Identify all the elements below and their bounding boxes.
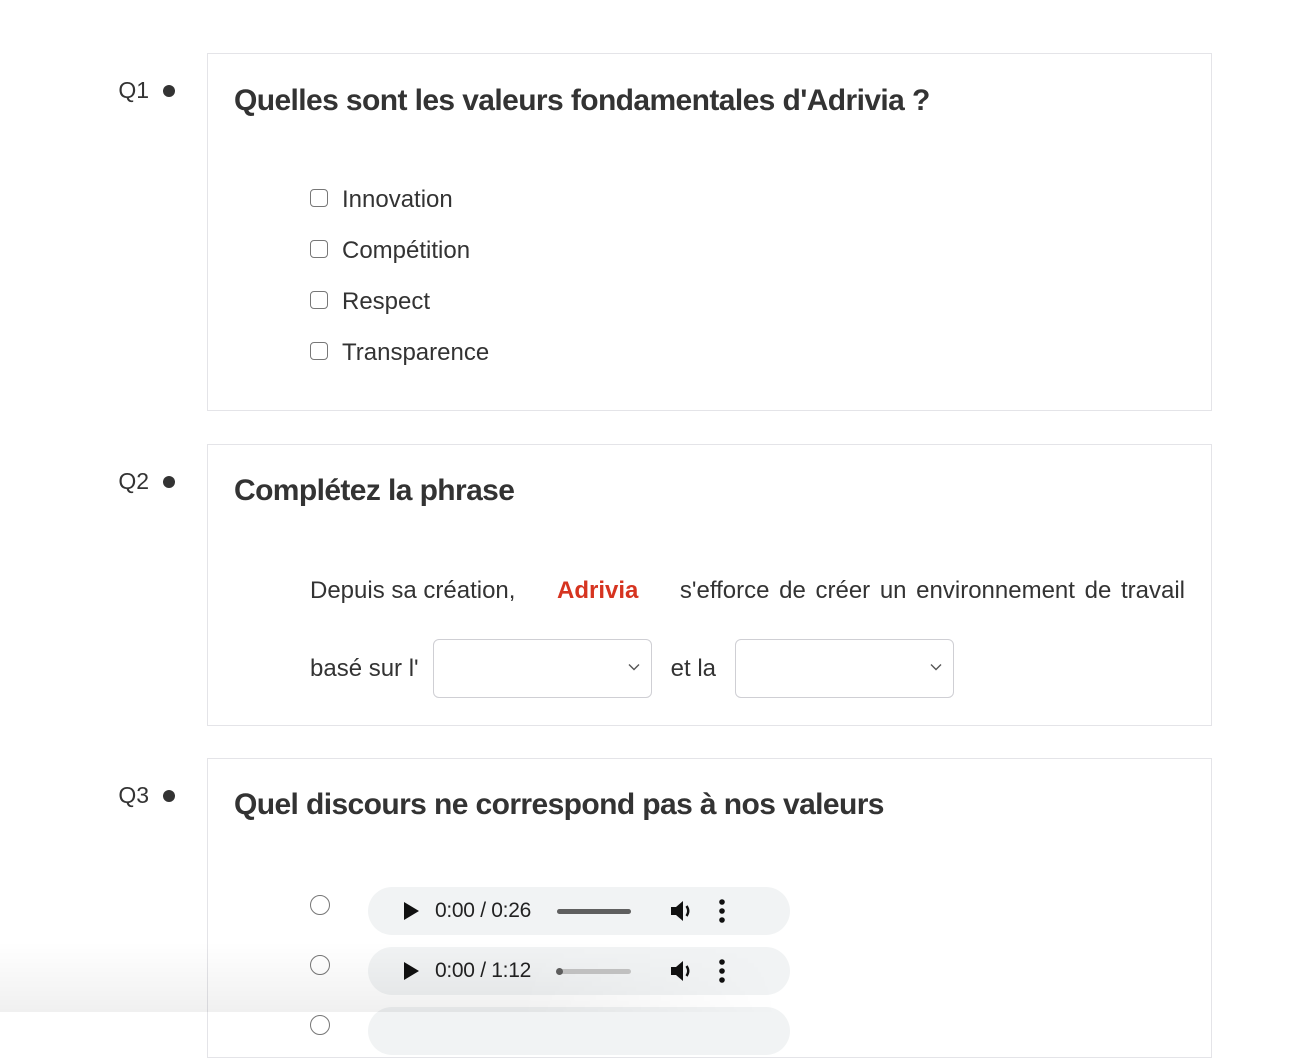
option-label: Respect (342, 288, 431, 315)
status-dot (163, 789, 175, 802)
checkbox[interactable] (310, 342, 328, 360)
sentence-text: et la (670, 654, 717, 682)
status-dot (163, 475, 175, 488)
option-innovation[interactable]: Innovation (310, 186, 453, 214)
option-competition[interactable]: Compétition (310, 237, 470, 265)
radio-option-1[interactable] (310, 895, 330, 915)
audio-player-2: 0:00 / 1:12 (368, 947, 790, 995)
sentence-line-2: basé sur l' et la (310, 639, 1185, 698)
question-number: Q2 (118, 468, 149, 494)
blank-select-1[interactable] (432, 639, 652, 698)
blank-select-2[interactable] (735, 639, 955, 698)
sentence-text: s'efforce de créer un environnement de t… (679, 577, 1185, 604)
audio-player-1: 0:00 / 0:26 (368, 887, 790, 935)
question-1-label: Q1 (115, 77, 175, 104)
buffered-fill (556, 908, 631, 914)
fill-in-sentence: Depuis sa création, Adrivia s'efforce de… (310, 577, 1185, 698)
option-label: Compétition (342, 237, 471, 264)
question-number: Q1 (118, 77, 149, 103)
volume-icon[interactable] (668, 958, 696, 984)
checkbox[interactable] (310, 291, 328, 309)
audio-seek-bar[interactable] (555, 967, 631, 975)
question-title: Quelles sont les valeurs fondamentales d… (234, 84, 930, 117)
question-3-card: Quel discours ne correspond pas à nos va… (207, 758, 1212, 1058)
brand-name: Adrivia (557, 577, 639, 604)
radio-option-2[interactable] (310, 955, 330, 975)
question-number: Q3 (118, 782, 149, 808)
more-options-icon[interactable] (718, 958, 726, 984)
question-title: Complétez la phrase (234, 474, 515, 507)
sentence-text: Depuis sa création, (310, 577, 516, 604)
option-label: Innovation (342, 186, 453, 213)
question-2-label: Q2 (115, 468, 175, 495)
status-dot (163, 84, 175, 97)
question-2-card: Complétez la phrase Depuis sa création, … (207, 444, 1212, 726)
checkbox[interactable] (310, 240, 328, 258)
question-1-card: Quelles sont les valeurs fondamentales d… (207, 53, 1212, 411)
option-transparence[interactable]: Transparence (310, 339, 489, 367)
question-3-label: Q3 (115, 782, 175, 809)
audio-time: 0:00 / 1:12 (435, 959, 531, 982)
audio-seek-bar[interactable] (556, 908, 631, 914)
audio-time: 0:00 / 0:26 (435, 899, 531, 922)
play-icon[interactable] (402, 901, 420, 921)
chevron-down-icon (628, 664, 640, 671)
sentence-line-1: Depuis sa création, Adrivia s'efforce de… (310, 577, 1185, 605)
option-label: Transparence (342, 339, 490, 366)
radio-option-3[interactable] (310, 1015, 330, 1035)
question-title: Quel discours ne correspond pas à nos va… (234, 788, 884, 821)
volume-icon[interactable] (668, 898, 696, 924)
sentence-text: basé sur l' (310, 654, 419, 682)
chevron-down-icon (930, 664, 942, 671)
play-icon[interactable] (402, 961, 420, 981)
seek-knob[interactable] (555, 967, 563, 975)
more-options-icon[interactable] (718, 898, 726, 924)
audio-player-3 (368, 1007, 790, 1055)
option-respect[interactable]: Respect (310, 288, 430, 316)
checkbox[interactable] (310, 189, 328, 207)
